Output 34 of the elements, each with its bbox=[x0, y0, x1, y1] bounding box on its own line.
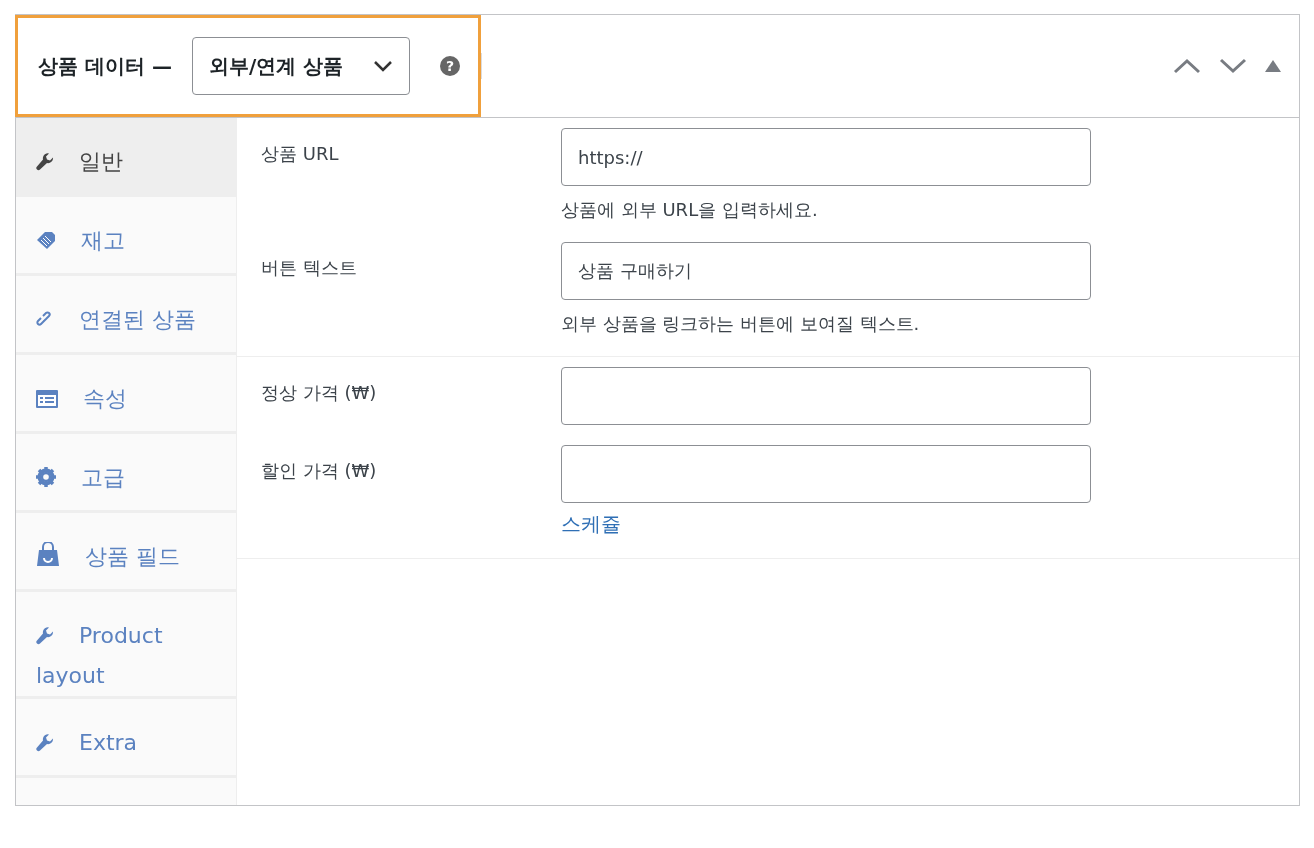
text-field[interactable]: https:// bbox=[561, 128, 1091, 186]
text-field[interactable]: 상품 구매하기 bbox=[561, 242, 1091, 300]
schedule-link[interactable]: 스케쥴 bbox=[561, 511, 621, 538]
sidebar-tab[interactable]: 재고 bbox=[16, 197, 236, 276]
wrench-icon bbox=[36, 734, 54, 752]
field-label: 정상 가격 (₩) bbox=[261, 381, 378, 405]
sidebar-tab[interactable]: Extra bbox=[16, 699, 236, 778]
text-field[interactable] bbox=[561, 445, 1091, 503]
wrench-icon bbox=[36, 153, 54, 171]
field-label: 할인 가격 (₩) bbox=[261, 459, 378, 483]
tag-icon bbox=[36, 232, 56, 250]
shopping-bag-icon bbox=[36, 542, 60, 566]
sidebar-tab[interactable]: 고급 bbox=[16, 434, 236, 513]
link-icon bbox=[36, 311, 54, 329]
sidebar-tab[interactable]: 연결된 상품 bbox=[16, 276, 236, 355]
field-description: 외부 상품을 링크하는 버튼에 보여질 텍스트. bbox=[561, 312, 921, 336]
gear-icon bbox=[36, 467, 56, 487]
field-label: 버튼 텍스트 bbox=[261, 256, 358, 280]
product-type-select[interactable]: 외부/연계 상품 bbox=[191, 37, 411, 95]
wrench-icon bbox=[36, 627, 54, 645]
panel-title: 상품 데이터 — bbox=[38, 52, 172, 80]
move-down-icon[interactable] bbox=[1219, 58, 1247, 74]
sidebar-tab[interactable]: 일반 bbox=[16, 118, 236, 197]
list-icon bbox=[36, 390, 58, 408]
sidebar-tab[interactable]: 속성 bbox=[16, 355, 236, 434]
collapse-icon[interactable] bbox=[1265, 60, 1281, 72]
move-up-icon[interactable] bbox=[1173, 58, 1201, 74]
sidebar-tab[interactable]: Product layout bbox=[16, 592, 236, 699]
field-description: 상품에 외부 URL을 입력하세요. bbox=[561, 198, 819, 222]
help-icon[interactable]: ? bbox=[440, 56, 461, 76]
text-field[interactable] bbox=[561, 367, 1091, 425]
sidebar-tab[interactable]: 상품 필드 bbox=[16, 513, 236, 592]
chevron-down-icon bbox=[373, 60, 394, 72]
field-label: 상품 URL bbox=[261, 142, 340, 166]
